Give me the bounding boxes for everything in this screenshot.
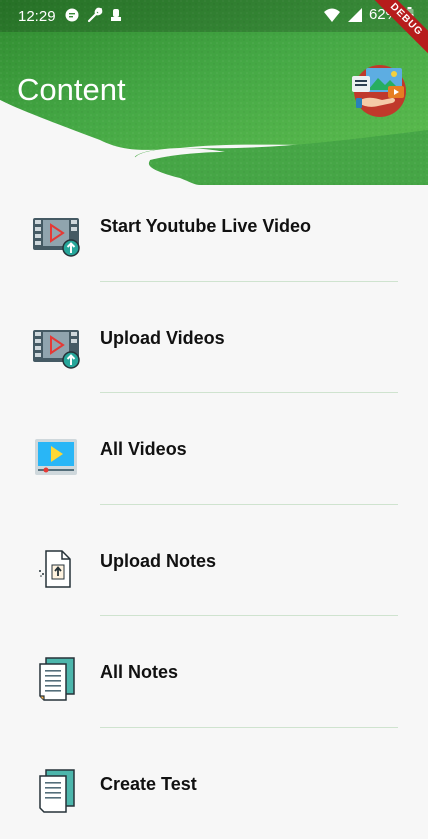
menu-item-upload-videos[interactable]: Upload Videos [0,282,428,394]
content-logo-icon [348,62,412,118]
menu-item-start-youtube-live-video[interactable]: Start Youtube Live Video [0,170,428,282]
status-bar: 12:29 62% [0,0,428,32]
menu-item-all-notes[interactable]: All Notes [0,616,428,728]
menu-item-label: Create Test [100,774,197,795]
file-upload-icon [32,545,80,593]
app-header: 12:29 62% [0,0,428,185]
wifi-icon [323,7,341,23]
content-menu-list: Start Youtube Live Video Upload Videos A… [0,170,428,839]
menu-item-all-videos[interactable]: All Videos [0,393,428,505]
notes-icon [32,768,80,816]
video-upload-icon [32,322,80,370]
menu-item-label: All Videos [100,439,187,460]
message-icon [64,6,80,24]
status-time: 12:29 [18,8,56,25]
menu-item-create-test[interactable]: Create Test [0,728,428,839]
menu-item-label: Start Youtube Live Video [100,216,311,237]
menu-item-label: Upload Notes [100,551,216,572]
notes-icon [32,656,80,704]
page-title: Content [17,72,126,108]
status-icons-left [64,6,122,24]
menu-item-upload-notes[interactable]: Upload Notes [0,505,428,617]
video-upload-icon [32,210,80,258]
video-player-icon [32,433,80,481]
menu-item-label: All Notes [100,662,178,683]
signal-icon [347,7,363,23]
notification-icon [110,6,122,24]
menu-item-label: Upload Videos [100,328,225,349]
wrench-icon [86,6,104,24]
